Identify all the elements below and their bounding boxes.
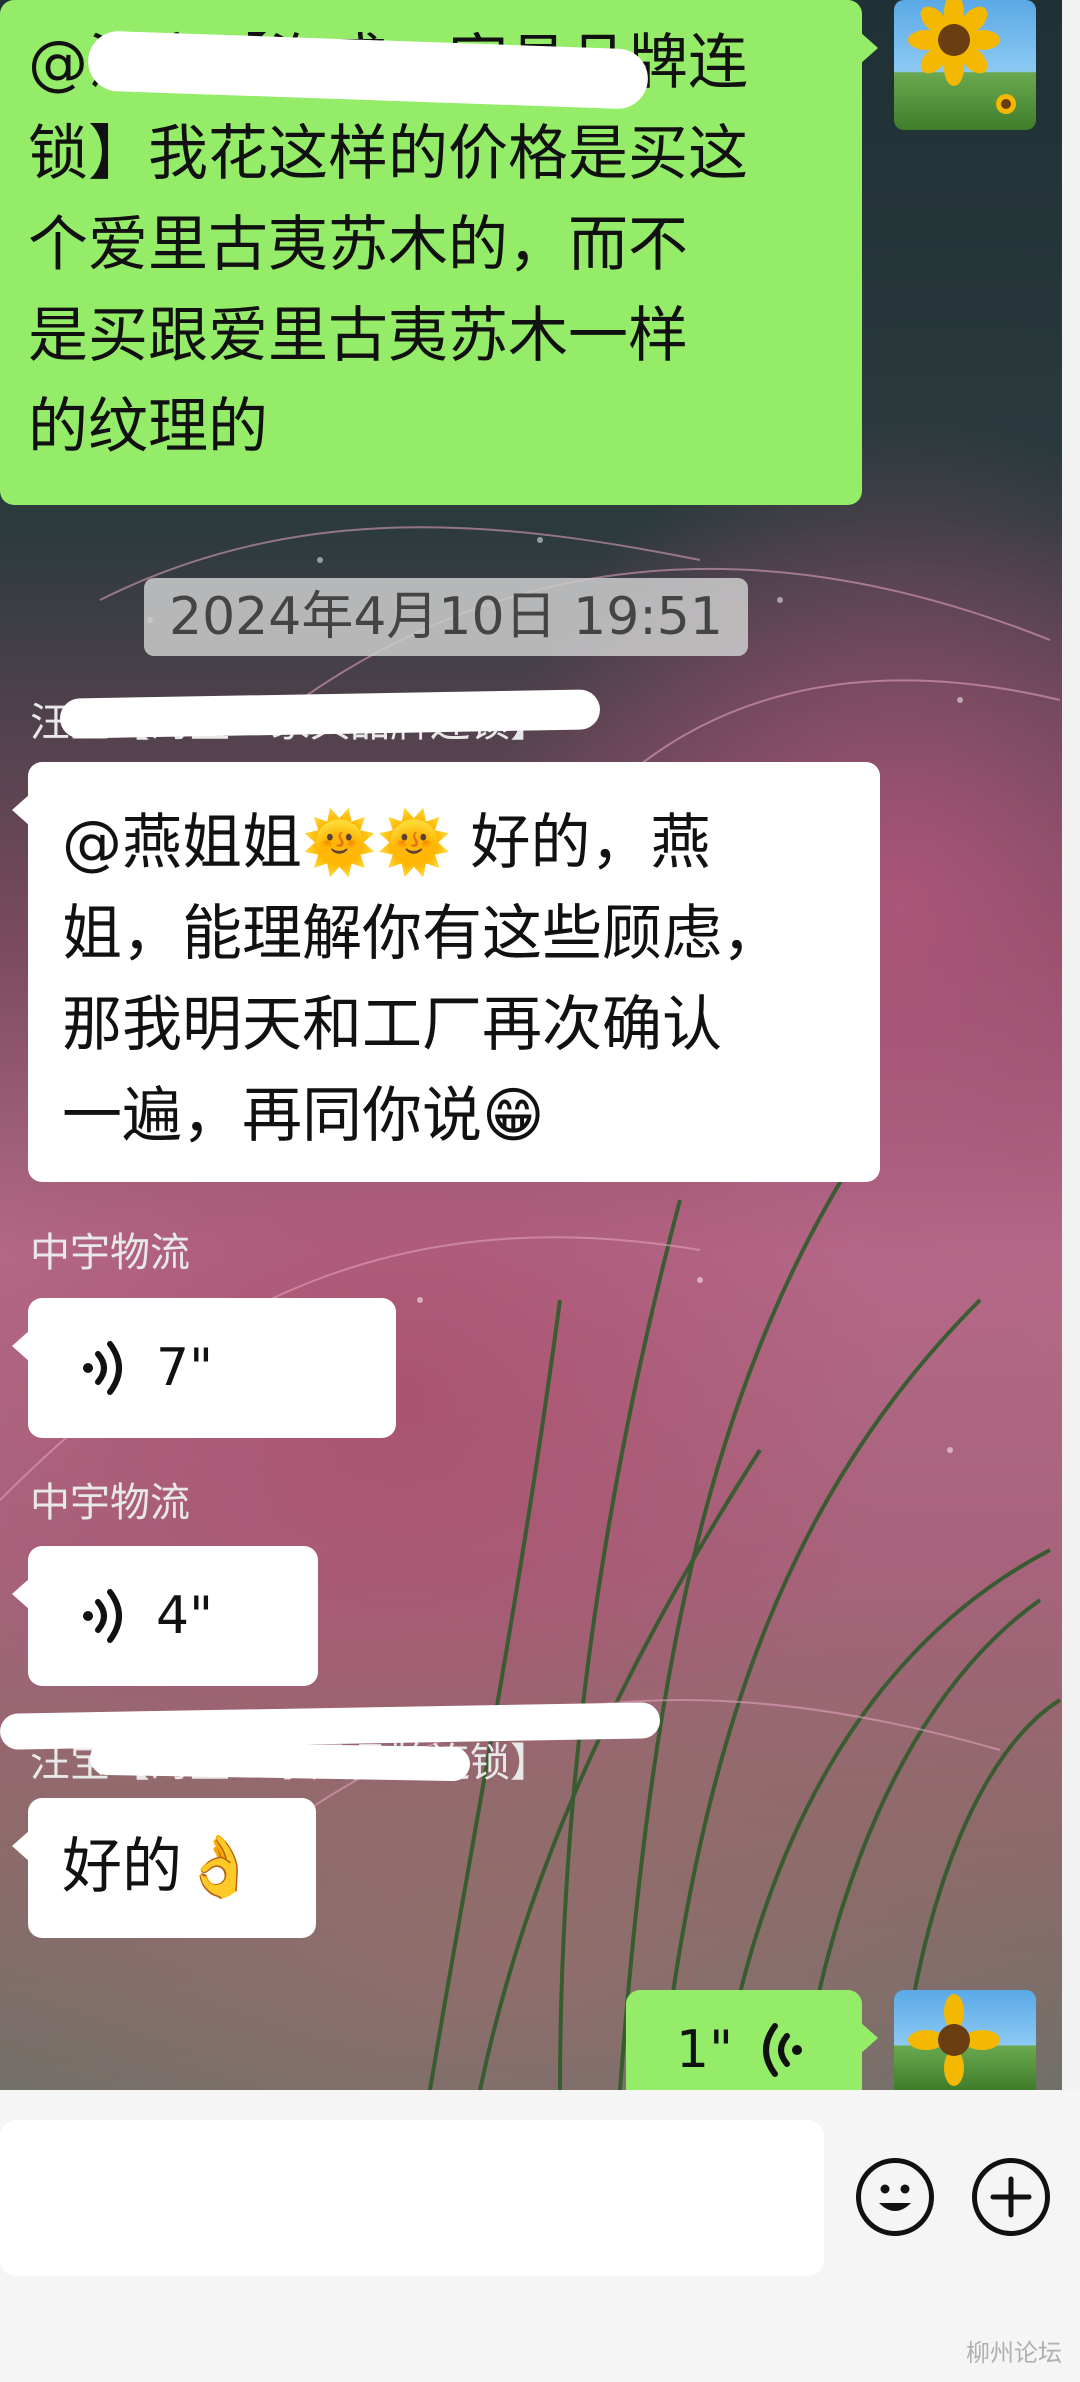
timestamp-divider: 2024年4月10日 19:51 [144, 578, 748, 656]
incoming-voice-message[interactable]: 7" [12, 1298, 396, 1438]
sunflower-icon [908, 0, 1016, 114]
my-avatar[interactable] [894, 1990, 1036, 2090]
voice-duration: 7" [156, 1337, 214, 1398]
sender-name: 中宇物流 [30, 1230, 190, 1276]
voice-duration: 4" [156, 1585, 214, 1646]
my-avatar[interactable] [894, 0, 1036, 130]
voice-wave-icon [83, 1341, 122, 1395]
incoming-text-message[interactable]: @燕姐姐🌞🌞 好的，燕 姐，能理解你有这些顾虑， 那我明天和工厂再次确认 一遍，… [12, 762, 880, 1182]
more-button[interactable] [972, 2158, 1050, 2236]
scrollbar-track [1062, 0, 1080, 2090]
outgoing-voice-message[interactable]: 1" [626, 1990, 878, 2090]
redaction-scribble [89, 1740, 471, 1782]
message-text: @汪宝【海盛一家具品牌连 锁】我花这样的价格是买这 个爱里古夷苏木的，而不 是买… [28, 18, 862, 473]
watermark: 柳州论坛 [966, 2339, 1062, 2367]
sunflower-icon [908, 1994, 1000, 2086]
voice-wave-icon [763, 2023, 803, 2077]
emoji-button[interactable] [856, 2158, 934, 2236]
incoming-voice-message[interactable]: 4" [12, 1546, 318, 1686]
incoming-text-message[interactable]: 好的👌 [12, 1798, 316, 1938]
input-bar: 柳州论坛 [0, 2090, 1080, 2382]
outgoing-text-message[interactable]: @汪宝【海盛一家具品牌连 锁】我花这样的价格是买这 个爱里古夷苏木的，而不 是买… [0, 0, 878, 505]
plus-icon [990, 2176, 1032, 2218]
voice-wave-icon [83, 1589, 122, 1643]
sender-name: 中宇物流 [30, 1480, 190, 1526]
voice-duration: 1" [676, 2019, 734, 2080]
smiley-icon [879, 2184, 911, 2211]
message-input[interactable] [0, 2120, 824, 2276]
